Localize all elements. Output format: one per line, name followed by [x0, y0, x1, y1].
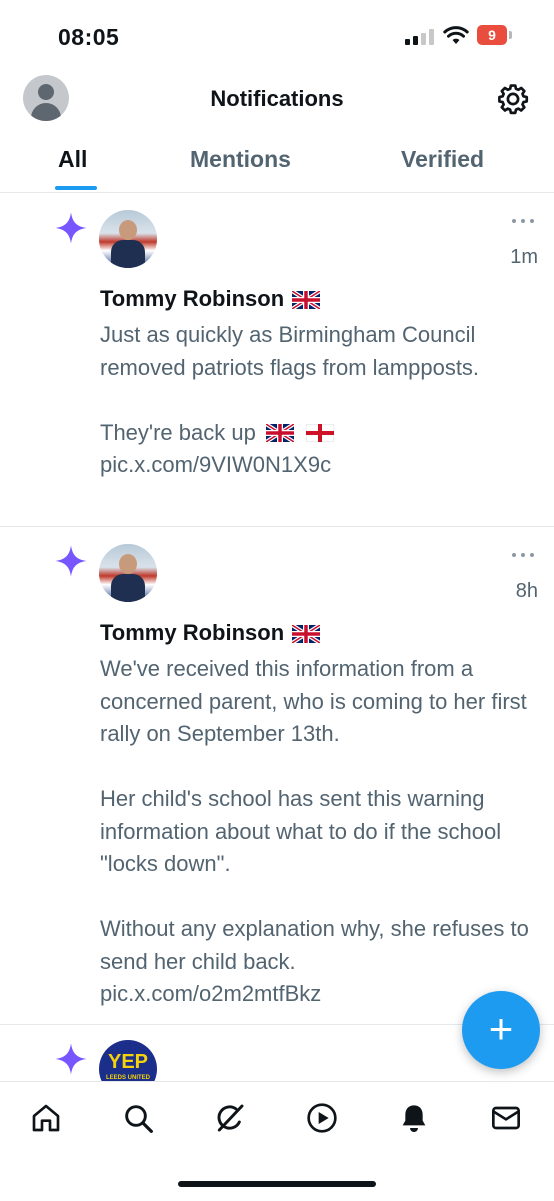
status-time: 08:05	[58, 24, 120, 50]
author-name: Tommy Robinson	[100, 620, 321, 646]
sparkle-icon	[55, 1043, 87, 1075]
author-name: Tommy Robinson	[100, 286, 321, 312]
grok-icon[interactable]	[214, 1102, 246, 1134]
more-options-icon[interactable]	[512, 553, 536, 559]
search-icon[interactable]	[122, 1102, 154, 1134]
timestamp: 1m	[510, 246, 538, 268]
author-name-text: Tommy Robinson	[100, 286, 285, 311]
video-icon[interactable]	[306, 1102, 338, 1134]
list-item[interactable]: 8h Tommy Robinson We've received this in…	[0, 527, 554, 1025]
status-bar: 08:05 9	[0, 0, 554, 70]
wifi-icon	[443, 26, 469, 44]
timestamp: 8h	[515, 580, 538, 602]
cellular-signal-icon	[405, 29, 435, 45]
uk-flag-icon	[292, 625, 321, 643]
header: Notifications	[0, 70, 554, 130]
post-text: We've received this information from a c…	[100, 656, 529, 1006]
tab-verified[interactable]: Verified	[401, 146, 484, 173]
gear-icon[interactable]	[496, 82, 530, 116]
battery-icon: 9	[477, 25, 513, 45]
avatar[interactable]	[99, 544, 157, 602]
post-text: Just as quickly as Birmingham Council re…	[100, 319, 540, 482]
home-indicator	[178, 1181, 376, 1187]
uk-flag-icon	[292, 291, 321, 309]
bell-icon[interactable]	[398, 1102, 430, 1134]
avatar-logo-text: YEP	[107, 1051, 149, 1073]
battery-level: 9	[477, 25, 512, 45]
tab-all[interactable]: All	[58, 146, 87, 173]
compose-button[interactable]: +	[462, 991, 540, 1069]
sparkle-icon	[55, 212, 87, 244]
page-title: Notifications	[210, 86, 344, 111]
uk-flag-icon	[264, 421, 295, 444]
home-icon[interactable]	[30, 1102, 62, 1134]
england-flag-icon	[305, 423, 335, 442]
list-item[interactable]: 1m Tommy Robinson Just as quickly as Bir…	[0, 193, 554, 527]
avatar[interactable]	[99, 210, 157, 268]
tab-mentions[interactable]: Mentions	[190, 146, 291, 173]
more-options-icon[interactable]	[512, 219, 536, 225]
active-tab-indicator	[55, 186, 97, 190]
mail-icon[interactable]	[490, 1102, 522, 1134]
sparkle-icon	[55, 545, 87, 577]
notification-tabs: All Mentions Verified	[0, 132, 554, 193]
author-name-text: Tommy Robinson	[100, 620, 285, 645]
post-link[interactable]: pic.x.com/9VIW0N1X9c	[100, 452, 331, 477]
